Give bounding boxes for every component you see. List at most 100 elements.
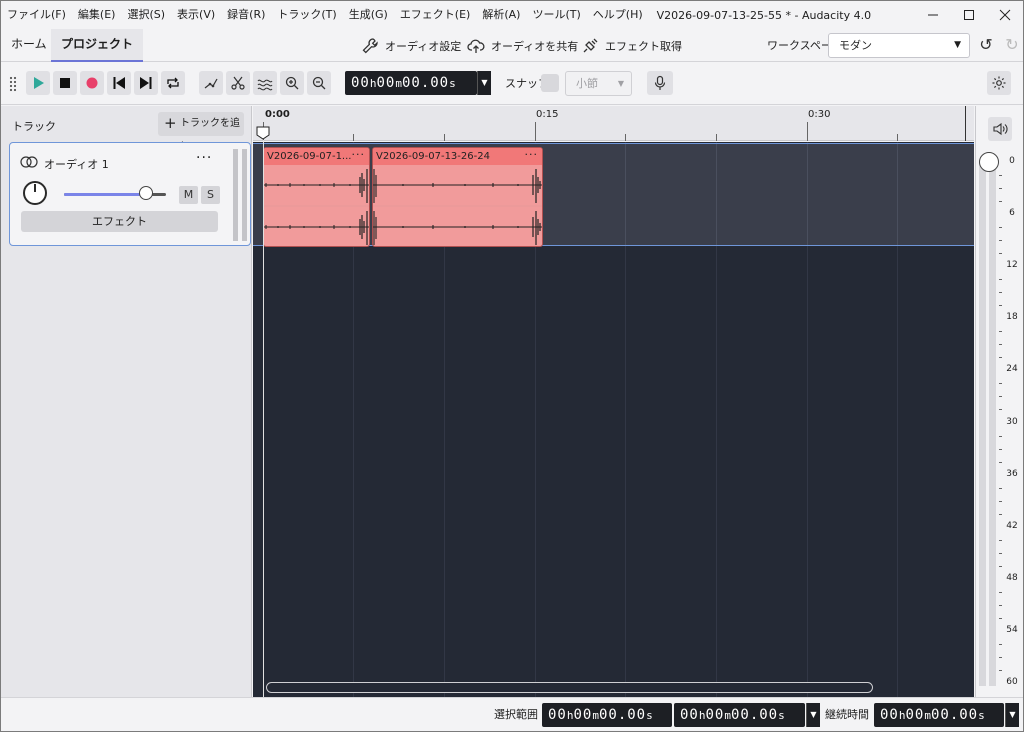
pan-knob[interactable] [23, 181, 47, 205]
workspace-select[interactable]: モダン ▼ [828, 33, 970, 58]
audio-settings-button[interactable]: オーディオ設定 [361, 29, 461, 62]
menu-effect[interactable]: エフェクト(E) [394, 1, 477, 29]
menu-help[interactable]: ヘルプ(H) [587, 1, 649, 29]
stop-button[interactable] [53, 71, 77, 95]
meter-tick [999, 435, 1002, 437]
selection-end-display[interactable]: 00h00m00.00s [674, 703, 805, 727]
record-button[interactable] [80, 71, 104, 95]
time-seconds: 00.00 [598, 707, 647, 723]
menu-view[interactable]: 表示(V) [171, 1, 221, 29]
playback-time-display[interactable]: 00h00m00.00s [345, 71, 477, 95]
minimize-button[interactable] [915, 1, 951, 29]
zoom-out-button[interactable] [307, 71, 331, 95]
audio-clip[interactable]: V2026-09-07-13-26-24 ··· [372, 147, 543, 247]
gain-slider-thumb[interactable] [138, 186, 153, 200]
toolbar-settings-button[interactable] [987, 71, 1011, 95]
snap-select[interactable]: 小節 ▼ [565, 71, 632, 96]
tab-project[interactable]: プロジェクト [51, 29, 144, 62]
menu-record[interactable]: 録音(R) [221, 1, 271, 29]
track-lane[interactable]: V2026-09-07-1... ··· V2026-09-07-13-26-2… [253, 143, 974, 247]
ruler-tick [716, 134, 717, 141]
clip-waveform [373, 169, 542, 245]
zoom-out-icon [312, 76, 326, 90]
duration-format-dropdown[interactable]: ▼ [1005, 703, 1019, 727]
menu-select[interactable]: 選択(S) [121, 1, 171, 29]
split-tool-button[interactable] [226, 71, 250, 95]
time-hours: 00 [880, 707, 899, 723]
mic-monitor-button[interactable] [647, 71, 673, 95]
mute-button[interactable]: M [179, 186, 198, 204]
clip-menu-button[interactable]: ··· [525, 148, 539, 162]
snap-checkbox[interactable] [541, 74, 559, 92]
track-menu-button[interactable]: ··· [196, 150, 212, 166]
selection-format-dropdown[interactable]: ▼ [806, 703, 820, 727]
menu-tracks[interactable]: トラック(T) [271, 1, 342, 29]
meter-tick [999, 539, 1002, 541]
skip-to-start-button[interactable] [107, 71, 131, 95]
redo-button[interactable]: ↻ [1001, 35, 1023, 57]
clip-menu-button[interactable]: ··· [351, 148, 365, 162]
envelope-tool-button[interactable] [199, 71, 223, 95]
add-track-button[interactable]: + トラックを追加 [158, 112, 244, 153]
menu-edit[interactable]: 編集(E) [72, 1, 122, 29]
chevron-down-icon: ▼ [617, 79, 624, 88]
loop-button[interactable] [161, 71, 185, 95]
meter-tick [999, 201, 1002, 203]
skip-to-end-button[interactable] [134, 71, 158, 95]
menu-analyze[interactable]: 解析(A) [476, 1, 526, 29]
meter-tick [999, 331, 1002, 333]
loop-icon [167, 77, 179, 89]
clip-title: V2026-09-07-13-26-24 [376, 151, 490, 162]
grid-line [625, 144, 626, 245]
duration-display[interactable]: 00h00m00.00s [874, 703, 1004, 727]
solo-button[interactable]: S [201, 186, 220, 204]
meter-scale-label: 24 [1006, 364, 1018, 375]
grid-line [716, 144, 717, 245]
meter-tick [999, 240, 1002, 242]
share-audio-label: オーディオを共有 [491, 39, 579, 53]
horizontal-scrollbar[interactable] [266, 682, 873, 693]
ruler-tick [897, 134, 898, 141]
spectral-tool-button[interactable] [253, 71, 277, 95]
meter-bar-left [979, 162, 986, 686]
track-effects-button[interactable]: エフェクト [21, 211, 218, 232]
playhead-handle-icon[interactable] [256, 126, 270, 140]
chevron-down-icon: ▼ [481, 78, 488, 87]
time-format-dropdown[interactable]: ▼ [477, 71, 491, 95]
menu-tools[interactable]: ツール(T) [526, 1, 586, 29]
meter-tick [999, 305, 1002, 307]
stereo-icon [20, 156, 38, 168]
meter-tick [999, 253, 1002, 255]
clip-waveform [264, 169, 369, 245]
get-effects-button[interactable]: エフェクト取得 [581, 29, 682, 62]
timeline-ruler[interactable]: 0:00 0:15 0:30 [253, 106, 974, 141]
track-canvas[interactable]: V2026-09-07-1... ··· V2026-09-07-13-26-2… [253, 142, 974, 697]
meter-tick [999, 669, 1002, 671]
meter-tick [999, 565, 1002, 567]
share-audio-button[interactable]: オーディオを共有 [467, 29, 578, 62]
selection-start-display[interactable]: 00h00m00.00s [542, 703, 672, 727]
drag-handle-icon[interactable] [9, 76, 17, 92]
menu-file[interactable]: ファイル(F) [1, 1, 72, 29]
maximize-button[interactable] [951, 1, 987, 29]
play-button[interactable] [26, 71, 50, 95]
menu-generate[interactable]: 生成(G) [343, 1, 394, 29]
record-icon [86, 77, 98, 89]
clip-header[interactable]: V2026-09-07-1... ··· [264, 148, 369, 165]
zoom-in-button[interactable] [280, 71, 304, 95]
gear-icon [992, 76, 1006, 90]
meter-tick [999, 357, 1002, 359]
track-header[interactable]: オーディオ 1 ··· M S エフェクト [9, 142, 251, 246]
tab-home[interactable]: ホーム [1, 29, 57, 62]
project-start-line [263, 140, 264, 697]
clip-header[interactable]: V2026-09-07-13-26-24 ··· [373, 148, 542, 165]
audio-clip[interactable]: V2026-09-07-1... ··· [263, 147, 370, 247]
track-name[interactable]: オーディオ 1 [44, 156, 109, 172]
meter-tick [999, 396, 1002, 398]
window-controls [915, 1, 1023, 29]
undo-button[interactable]: ↺ [975, 35, 997, 57]
playback-volume-button[interactable] [988, 117, 1012, 141]
playback-volume-thumb[interactable] [979, 152, 999, 172]
close-button[interactable] [987, 1, 1023, 29]
time-minutes: 00 [376, 75, 396, 91]
